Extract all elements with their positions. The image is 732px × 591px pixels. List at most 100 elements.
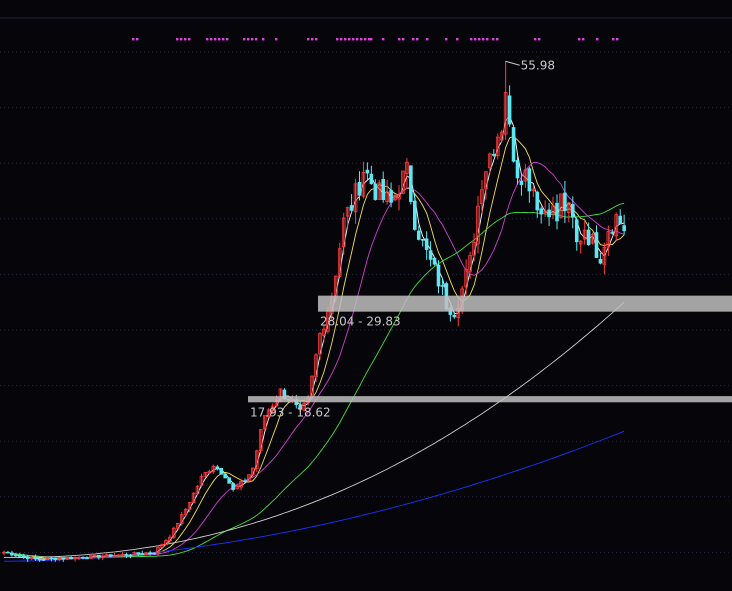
signal-marker bbox=[478, 38, 481, 41]
candle bbox=[428, 241, 433, 267]
candle bbox=[436, 260, 441, 294]
candle bbox=[405, 158, 409, 188]
candle bbox=[598, 252, 603, 265]
signal-marker bbox=[214, 38, 217, 41]
signal-marker bbox=[456, 38, 459, 41]
candle-body bbox=[535, 191, 540, 211]
candle bbox=[523, 164, 528, 188]
candle bbox=[179, 511, 184, 526]
candle-body bbox=[357, 181, 362, 196]
candle-body bbox=[432, 257, 437, 265]
price-zone-band bbox=[318, 295, 732, 312]
signal-marker bbox=[180, 38, 183, 41]
candle bbox=[424, 231, 429, 260]
candle bbox=[515, 156, 520, 185]
candle-body bbox=[373, 183, 378, 200]
candle bbox=[551, 196, 555, 219]
ma-60-line bbox=[3, 202, 625, 558]
candle bbox=[511, 125, 516, 163]
candle-body bbox=[2, 551, 6, 554]
candle bbox=[6, 550, 10, 554]
candle bbox=[519, 173, 524, 196]
ma-120-line bbox=[4, 301, 625, 559]
candle bbox=[314, 353, 318, 383]
signal-marker bbox=[370, 38, 373, 41]
candle bbox=[318, 331, 322, 360]
candle-body bbox=[231, 483, 235, 490]
candle-body bbox=[77, 557, 81, 559]
signal-marker bbox=[360, 38, 363, 41]
candle bbox=[381, 171, 385, 203]
candle bbox=[594, 225, 599, 258]
signal-marker bbox=[412, 38, 415, 41]
candle bbox=[97, 554, 101, 560]
signal-marker bbox=[474, 38, 477, 41]
candle-body bbox=[610, 232, 615, 234]
signal-marker bbox=[492, 38, 495, 41]
signal-marker bbox=[482, 38, 485, 41]
signal-marker bbox=[616, 38, 619, 41]
candle-body bbox=[93, 554, 97, 557]
candle bbox=[199, 473, 204, 488]
candle bbox=[365, 162, 370, 182]
candle-body bbox=[436, 264, 441, 287]
signal-marker bbox=[218, 38, 221, 41]
signal-marker bbox=[176, 38, 179, 41]
candle bbox=[357, 171, 362, 201]
signal-marker bbox=[356, 38, 359, 41]
signal-marker bbox=[315, 38, 318, 41]
candle-body bbox=[539, 208, 543, 215]
signal-marker bbox=[582, 38, 585, 41]
peak-leader-line bbox=[505, 60, 520, 66]
candle-body bbox=[17, 555, 22, 557]
candle bbox=[602, 242, 607, 275]
signal-marker bbox=[251, 38, 254, 41]
candle bbox=[104, 553, 109, 557]
signal-marker bbox=[222, 38, 225, 41]
candle-body bbox=[116, 554, 121, 557]
candle-body bbox=[507, 95, 512, 125]
candle-body bbox=[511, 127, 516, 162]
candle-body bbox=[108, 554, 113, 557]
candle-body bbox=[598, 258, 603, 264]
signal-marker bbox=[578, 38, 581, 41]
signal-marker bbox=[336, 38, 339, 41]
candle-body bbox=[527, 168, 532, 192]
candle-body bbox=[586, 229, 591, 246]
candle bbox=[223, 472, 228, 479]
ma-20-line bbox=[3, 161, 625, 559]
candle-body bbox=[25, 556, 30, 560]
candle-body bbox=[618, 215, 622, 225]
candle bbox=[353, 178, 358, 224]
signal-marker bbox=[243, 38, 246, 41]
candle bbox=[57, 557, 62, 562]
signal-marker bbox=[247, 38, 250, 41]
signal-marker bbox=[184, 38, 187, 41]
candle-body bbox=[420, 239, 425, 241]
signal-marker bbox=[340, 38, 343, 41]
candle-body bbox=[6, 551, 10, 554]
candle-body bbox=[574, 219, 579, 243]
signal-marker bbox=[416, 38, 419, 41]
candle-body bbox=[594, 232, 599, 258]
candle-body bbox=[622, 225, 626, 232]
candle-body bbox=[365, 169, 370, 174]
candle bbox=[207, 469, 212, 475]
signal-marker bbox=[206, 38, 209, 41]
candle-body bbox=[128, 554, 133, 557]
candle bbox=[618, 209, 622, 225]
candle bbox=[535, 190, 540, 218]
price-zone-band bbox=[248, 396, 732, 403]
candle-body bbox=[515, 160, 520, 179]
candle-body bbox=[519, 180, 524, 185]
candle bbox=[582, 220, 587, 245]
candle-body bbox=[409, 165, 413, 202]
candlestick-chart: 28.04 - 29.83 17.93 - 18.62 55.98 bbox=[0, 17, 732, 562]
candle bbox=[361, 161, 366, 199]
candle-body bbox=[547, 209, 551, 218]
candle bbox=[172, 526, 176, 540]
candle bbox=[191, 492, 196, 504]
price-zone-label: 17.93 - 18.62 bbox=[250, 405, 331, 419]
candle-body bbox=[152, 552, 156, 555]
candle bbox=[73, 556, 77, 562]
